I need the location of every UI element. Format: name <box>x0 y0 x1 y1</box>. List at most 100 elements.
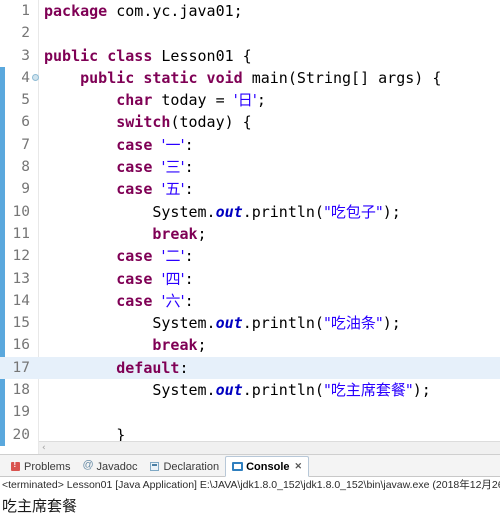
code-token: System. <box>152 381 216 400</box>
code-line-text: public class Lesson01 { <box>44 45 252 67</box>
line-number: 14 <box>12 292 30 309</box>
code-line-text: case '六': <box>44 290 193 312</box>
code-line[interactable]: 16 break; <box>0 334 500 356</box>
code-line[interactable]: 5 char today = '日'; <box>0 89 500 111</box>
console-status-line: <terminated> Lesson01 [Java Application]… <box>2 479 500 492</box>
code-line-text: switch(today) { <box>44 111 252 133</box>
panel-tab-javadoc[interactable]: Javadoc <box>76 457 143 476</box>
code-line-text: public static void main(String[] args) { <box>44 67 441 89</box>
code-token: ; <box>197 224 207 243</box>
line-number: 9 <box>21 181 30 198</box>
code-line[interactable]: 7 case '一': <box>0 134 500 156</box>
code-token: (today) { <box>170 113 252 132</box>
code-token: case <box>116 158 153 177</box>
panel-tab-console[interactable]: Console ✕ <box>225 456 310 478</box>
code-token: case <box>116 135 153 154</box>
code-line[interactable]: 10 System.out.println("吃包子"); <box>0 201 500 223</box>
code-line[interactable]: 9 case '五': <box>0 178 500 200</box>
code-line-text: case '二': <box>44 245 194 267</box>
line-number: 1 <box>21 3 30 19</box>
code-token: : <box>184 247 194 266</box>
line-number: 12 <box>12 248 30 265</box>
code-token: case <box>116 269 153 288</box>
code-token: '二' <box>161 247 185 266</box>
line-number: 5 <box>21 92 30 109</box>
code-token: case <box>116 180 153 199</box>
panel-tab-label: Javadoc <box>96 460 138 473</box>
console-icon <box>232 461 244 472</box>
code-line[interactable]: 13 case '四': <box>0 268 500 290</box>
code-line-text: default: <box>44 357 188 379</box>
editor-horizontal-scrollbar[interactable]: ‹ <box>39 441 500 455</box>
code-line[interactable]: 12 case '二': <box>0 245 500 267</box>
code-token: char <box>116 91 153 110</box>
code-token: ); <box>382 314 401 333</box>
code-line-text: case '三': <box>44 156 193 178</box>
line-number: 20 <box>12 426 30 443</box>
code-lines-container[interactable]: 1 package com.yc.java01; 2 3 public class Le… <box>0 0 500 443</box>
close-icon[interactable]: ✕ <box>295 461 303 472</box>
code-editor[interactable]: 1 package com.yc.java01; 2 3 public class Le… <box>0 0 500 455</box>
code-line[interactable]: 19 <box>0 401 500 423</box>
code-token: "吃主席套餐" <box>323 381 413 400</box>
code-line-text: System.out.println("吃油条"); <box>44 312 401 334</box>
problems-icon <box>10 460 21 472</box>
line-number: 7 <box>21 136 30 153</box>
code-token: ); <box>382 202 401 221</box>
scroll-left-arrow-icon[interactable]: ‹ <box>42 442 46 454</box>
code-token: '五' <box>161 180 185 199</box>
fold-collapse-icon[interactable] <box>32 73 39 81</box>
code-line[interactable]: 8 case '三': <box>0 156 500 178</box>
code-line-text: break; <box>44 223 207 245</box>
code-token: out <box>215 381 243 400</box>
line-number: 2 <box>21 25 30 42</box>
line-number: 18 <box>12 382 30 399</box>
code-token: : <box>184 269 194 288</box>
line-number: 4 <box>21 69 30 86</box>
code-line[interactable]: 4 public static void main(String[] args)… <box>0 67 500 89</box>
code-token: System. <box>152 202 216 221</box>
code-line[interactable]: 11 break; <box>0 223 500 245</box>
code-line-text: case '四': <box>44 268 194 290</box>
javadoc-icon <box>82 459 93 472</box>
code-line-text: case '一': <box>44 134 193 156</box>
code-token: System. <box>152 314 216 333</box>
code-token: .println( <box>242 314 324 333</box>
code-line[interactable]: 17 default: <box>0 356 500 380</box>
panel-tab-declaration[interactable]: Declaration <box>143 457 225 476</box>
panel-tab-problems[interactable]: Problems <box>4 457 76 476</box>
code-line[interactable]: 20 } <box>0 424 500 443</box>
code-token: case <box>116 291 153 310</box>
code-token: '六' <box>161 291 185 310</box>
code-token: package <box>44 2 108 20</box>
code-token: ; <box>256 91 266 110</box>
code-line[interactable]: 14 case '六': <box>0 290 500 312</box>
code-line[interactable]: 2 <box>0 22 500 44</box>
code-token: .println( <box>242 202 324 221</box>
panel-tab-bar[interactable]: Problems Javadoc Declaration Console ✕ <box>0 455 500 478</box>
code-token: Lesson01 { <box>152 46 252 65</box>
line-number: 15 <box>12 315 30 332</box>
code-line[interactable]: 15 System.out.println("吃油条"); <box>0 312 500 334</box>
code-line[interactable]: 6 switch(today) { <box>0 111 500 133</box>
code-line[interactable]: 1 package com.yc.java01; <box>0 0 500 22</box>
code-token: out <box>215 314 243 333</box>
code-token: break <box>152 224 198 243</box>
code-token: .println( <box>242 381 324 400</box>
code-token: '日' <box>233 91 257 110</box>
code-line-text: System.out.println("吃包子"); <box>44 201 401 223</box>
code-line[interactable]: 3 public class Lesson01 { <box>0 45 500 67</box>
code-line[interactable]: 18 System.out.println("吃主席套餐"); <box>0 379 500 401</box>
